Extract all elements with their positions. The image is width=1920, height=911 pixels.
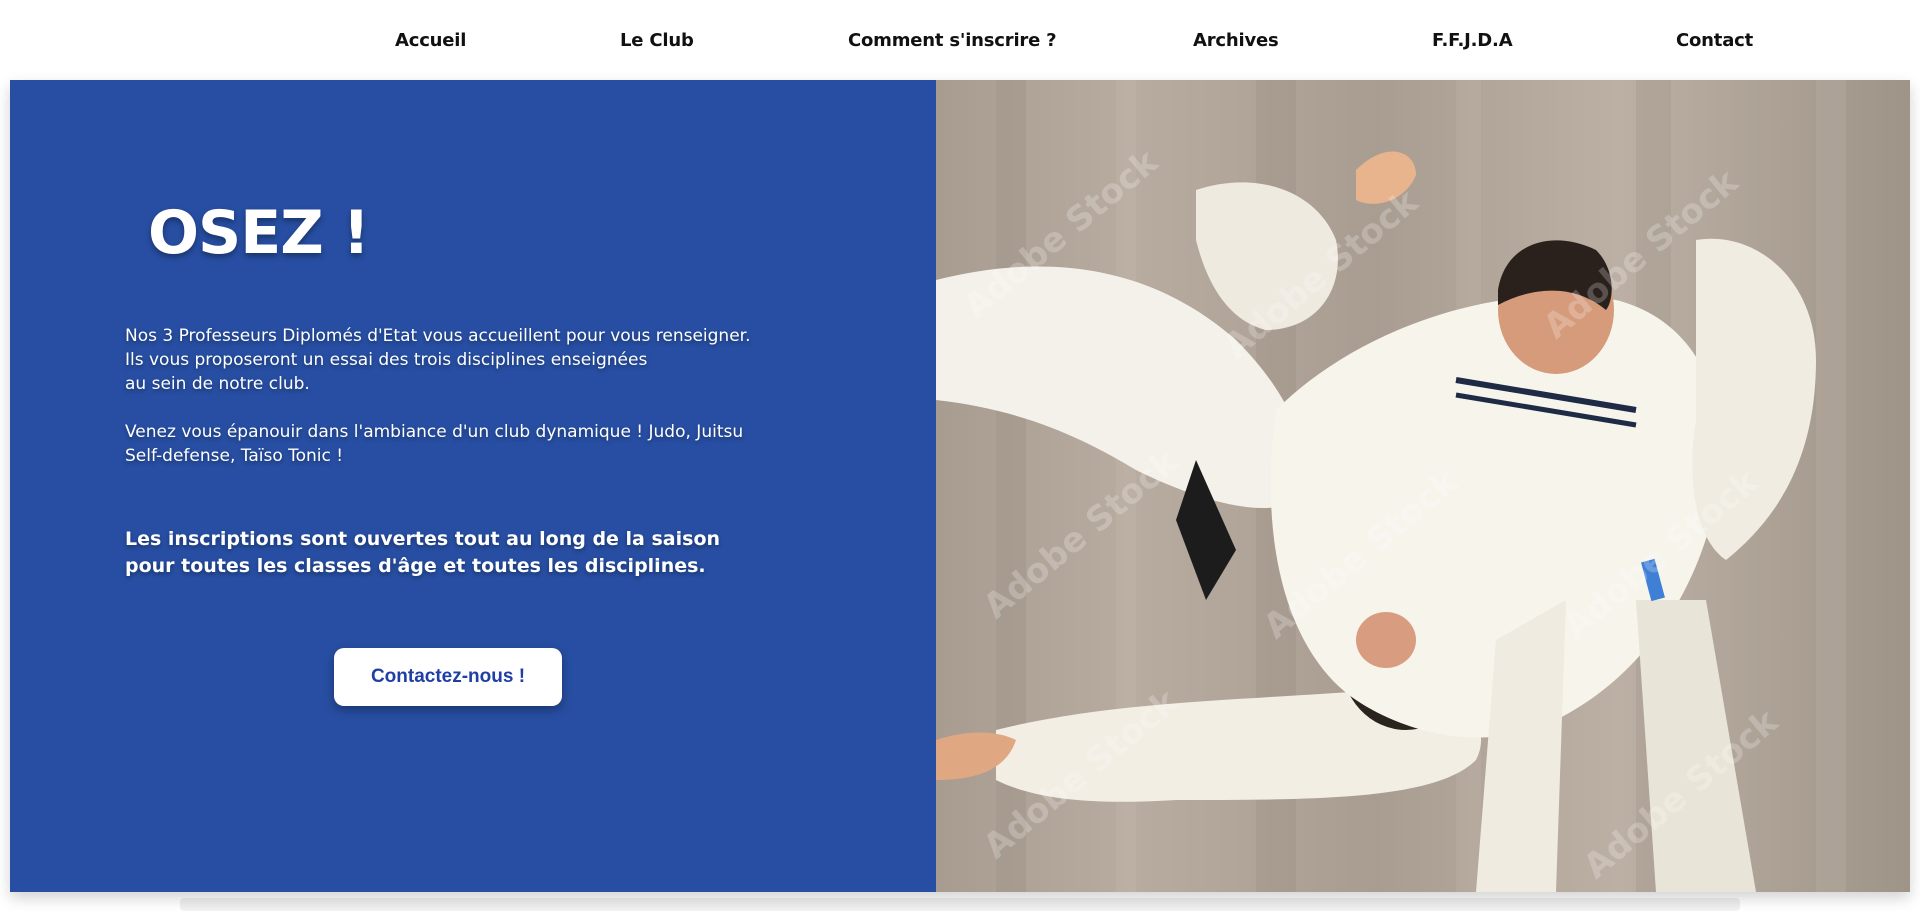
invite-line: Self-defense, Taïso Tonic ! (125, 446, 344, 466)
invite-paragraph: Venez vous épanouir dans l'ambiance d'un… (125, 420, 743, 468)
hero-section: OSEZ ! Nos 3 Professeurs Diplomés d'Etat… (10, 80, 1910, 892)
nav-item-accueil[interactable]: Accueil (395, 30, 466, 51)
intro-line: au sein de notre club. (125, 374, 310, 394)
page: Accueil Le Club Comment s'inscrire ? Arc… (0, 0, 1920, 911)
hero-headline: OSEZ ! (148, 198, 370, 268)
nav-item-ffjda[interactable]: F.F.J.D.A (1432, 30, 1513, 51)
registration-line: pour toutes les classes d'âge et toutes … (125, 555, 706, 577)
judo-throw-illustration: Adobe Stock Adobe Stock Adobe Stock Adob… (936, 80, 1846, 892)
intro-line: Nos 3 Professeurs Diplomés d'Etat vous a… (125, 326, 751, 346)
nav-item-archives[interactable]: Archives (1193, 30, 1279, 51)
registration-line: Les inscriptions sont ouvertes tout au l… (125, 528, 721, 550)
intro-line: Ils vous proposeront un essai des trois … (125, 350, 648, 370)
nav-item-le-club[interactable]: Le Club (620, 30, 694, 51)
nav-item-comment-s-inscrire[interactable]: Comment s'inscrire ? (848, 30, 1057, 51)
main-navigation: Accueil Le Club Comment s'inscrire ? Arc… (0, 0, 1920, 80)
hero-text-panel: OSEZ ! Nos 3 Professeurs Diplomés d'Etat… (10, 80, 936, 892)
invite-line: Venez vous épanouir dans l'ambiance d'un… (125, 422, 744, 442)
nav-item-contact[interactable]: Contact (1676, 30, 1753, 51)
section-divider (180, 898, 1740, 911)
intro-paragraph: Nos 3 Professeurs Diplomés d'Etat vous a… (125, 324, 751, 396)
registration-paragraph: Les inscriptions sont ouvertes tout au l… (125, 526, 720, 580)
judo-photo: Adobe Stock Adobe Stock Adobe Stock Adob… (936, 80, 1910, 892)
contact-us-button[interactable]: Contactez-nous ! (334, 648, 562, 706)
